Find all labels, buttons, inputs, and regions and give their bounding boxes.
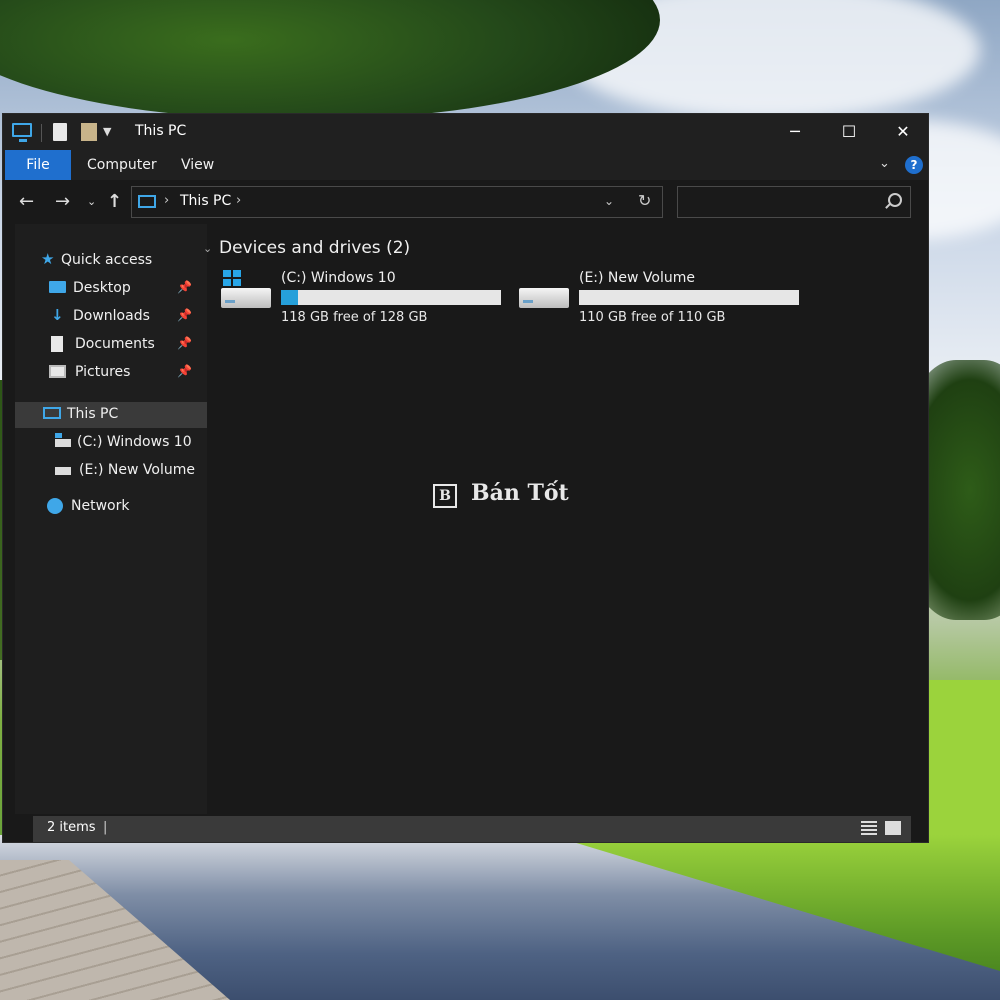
recent-locations-icon[interactable]: ⌄ — [87, 195, 96, 208]
pictures-icon — [49, 365, 66, 378]
drive-name: (E:) New Volume — [579, 270, 695, 286]
status-bar: 2 items | — [33, 816, 911, 842]
sidebar-item-downloads[interactable]: ↓ Downloads 📌 — [15, 304, 207, 330]
desktop-icon — [49, 281, 66, 293]
chevron-right-icon[interactable]: › — [164, 193, 169, 208]
window-title: This PC — [135, 123, 187, 139]
network-icon — [47, 498, 63, 514]
file-explorer-window: ▼ This PC ─ ☐ ✕ File Computer View ⌄ ? ←… — [3, 114, 928, 842]
watermark-logo: B — [433, 484, 457, 508]
sidebar-item-this-pc[interactable]: This PC — [15, 402, 207, 428]
forward-arrow-icon[interactable]: → — [55, 191, 70, 212]
sidebar-item-network[interactable]: Network — [15, 494, 207, 520]
drive-tile-e[interactable]: (E:) New Volume 110 GB free of 110 GB — [517, 270, 799, 330]
breadcrumb-this-pc[interactable]: This PC — [180, 193, 231, 209]
drive-usage-bar — [281, 290, 501, 305]
refresh-icon[interactable]: ↻ — [638, 191, 651, 210]
drive-tile-c[interactable]: (C:) Windows 10 118 GB free of 128 GB — [219, 270, 501, 330]
sidebar-item-label: This PC — [67, 406, 119, 422]
sidebar-item-label: Network — [71, 498, 130, 514]
maximize-button[interactable]: ☐ — [822, 114, 876, 150]
hard-drive-icon — [221, 288, 271, 308]
collapse-group-icon[interactable]: ⌄ — [203, 242, 212, 255]
title-bar[interactable]: ▼ This PC ─ ☐ ✕ — [3, 114, 928, 150]
tree-canopy — [0, 0, 660, 120]
document-icon — [51, 336, 63, 352]
navigation-pane: ★ Quick access Desktop 📌 ↓ Downloads 📌 D… — [15, 224, 207, 814]
sidebar-item-drive-c[interactable]: (C:) Windows 10 — [15, 430, 207, 456]
drive-name: (C:) Windows 10 — [281, 270, 396, 286]
sidebar-item-label: (E:) New Volume — [79, 462, 195, 478]
details-view-icon[interactable] — [861, 821, 877, 835]
download-icon: ↓ — [51, 306, 64, 324]
back-arrow-icon[interactable]: ← — [19, 191, 34, 212]
search-input[interactable] — [677, 186, 911, 218]
star-icon: ★ — [41, 250, 55, 268]
drive-free-space: 110 GB free of 110 GB — [579, 310, 726, 325]
sidebar-item-quick-access[interactable]: ★ Quick access — [15, 248, 207, 274]
new-folder-icon[interactable] — [81, 123, 97, 141]
item-count: 2 items — [47, 820, 96, 835]
up-arrow-icon[interactable]: ↑ — [107, 191, 122, 212]
sidebar-item-label: Desktop — [73, 280, 131, 296]
minimize-button[interactable]: ─ — [768, 114, 822, 150]
customize-quick-access-icon[interactable]: ▼ — [103, 125, 111, 138]
drive-usage-bar — [579, 290, 799, 305]
windows-logo-icon — [223, 270, 241, 286]
large-icons-view-icon[interactable] — [885, 821, 901, 835]
search-icon — [888, 193, 902, 207]
navigation-bar: ← → ⌄ ↑ › This PC › ⌄ ↻ — [3, 180, 928, 224]
pin-icon[interactable]: 📌 — [177, 364, 192, 378]
divider — [41, 124, 42, 142]
pin-icon[interactable]: 📌 — [177, 280, 192, 294]
group-header-devices[interactable]: Devices and drives (2) — [219, 238, 410, 258]
pc-icon — [43, 407, 61, 419]
sidebar-item-label: Documents — [75, 336, 155, 352]
sidebar-item-pictures[interactable]: Pictures 📌 — [15, 360, 207, 386]
address-dropdown-icon[interactable]: ⌄ — [604, 194, 614, 208]
sidebar-item-label: (C:) Windows 10 — [77, 434, 192, 450]
content-pane: ⌄ Devices and drives (2) (C:) Windows 10… — [203, 224, 912, 814]
tab-file[interactable]: File — [5, 150, 71, 180]
expand-ribbon-icon[interactable]: ⌄ — [879, 156, 890, 171]
address-bar[interactable]: › This PC › ⌄ ↻ — [131, 186, 663, 218]
sidebar-item-label: Pictures — [75, 364, 131, 380]
chevron-right-icon[interactable]: › — [236, 193, 241, 208]
drive-icon — [55, 467, 71, 475]
sidebar-item-label: Quick access — [61, 252, 153, 268]
drive-free-space: 118 GB free of 128 GB — [281, 310, 428, 325]
help-icon[interactable]: ? — [905, 156, 923, 174]
tab-view[interactable]: View — [181, 150, 214, 180]
pin-icon[interactable]: 📌 — [177, 308, 192, 322]
sidebar-item-label: Downloads — [73, 308, 150, 324]
this-pc-icon[interactable] — [12, 123, 32, 142]
tab-computer[interactable]: Computer — [87, 150, 157, 180]
pin-icon[interactable]: 📌 — [177, 336, 192, 350]
sidebar-item-desktop[interactable]: Desktop 📌 — [15, 276, 207, 302]
watermark-text: Bán Tốt — [471, 480, 569, 506]
sidebar-item-drive-e[interactable]: (E:) New Volume — [15, 458, 207, 484]
sidebar-item-documents[interactable]: Documents 📌 — [15, 332, 207, 358]
divider: | — [103, 820, 108, 835]
hard-drive-icon — [519, 288, 569, 308]
close-button[interactable]: ✕ — [876, 114, 930, 150]
this-pc-icon — [138, 195, 156, 208]
drive-icon — [55, 433, 71, 447]
drive-usage-fill — [281, 290, 299, 305]
properties-icon[interactable] — [53, 123, 67, 141]
ribbon: File Computer View ⌄ ? — [3, 150, 928, 180]
